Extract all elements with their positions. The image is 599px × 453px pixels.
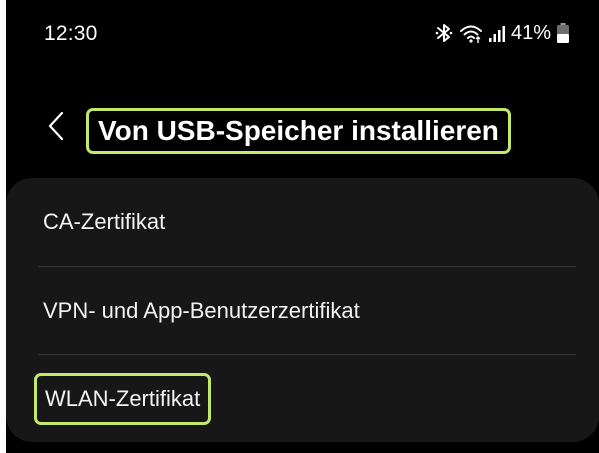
list-item-vpn-app-user-certificate[interactable]: VPN- und App-Benutzerzertifikat xyxy=(6,267,599,355)
battery-percent: 41% xyxy=(510,21,551,44)
chevron-left-icon xyxy=(48,111,64,146)
list-item-label: WLAN-Zertifikat xyxy=(34,373,212,425)
status-time: 12:30 xyxy=(44,22,98,45)
battery-icon xyxy=(557,23,569,43)
status-icons: 41% xyxy=(435,20,569,46)
status-bar: 12:30 41% xyxy=(6,0,599,70)
page-title: Von USB-Speicher installieren xyxy=(86,108,511,154)
list-item-label: CA-Zertifikat xyxy=(43,209,166,234)
back-button[interactable] xyxy=(36,106,76,150)
bluetooth-icon xyxy=(435,22,453,44)
list-item-wlan-certificate[interactable]: WLAN-Zertifikat xyxy=(6,355,599,443)
settings-screen: 12:30 41% Von USB-Speicher installieren … xyxy=(6,0,599,453)
wifi-icon xyxy=(459,22,483,44)
list-item-label: VPN- und App-Benutzerzertifikat xyxy=(43,298,360,323)
signal-icon xyxy=(488,23,505,43)
app-header: Von USB-Speicher installieren xyxy=(6,96,599,160)
certificate-options-list: CA-Zertifikat VPN- und App-Benutzerzerti… xyxy=(6,178,599,442)
list-item-ca-certificate[interactable]: CA-Zertifikat xyxy=(6,178,599,266)
